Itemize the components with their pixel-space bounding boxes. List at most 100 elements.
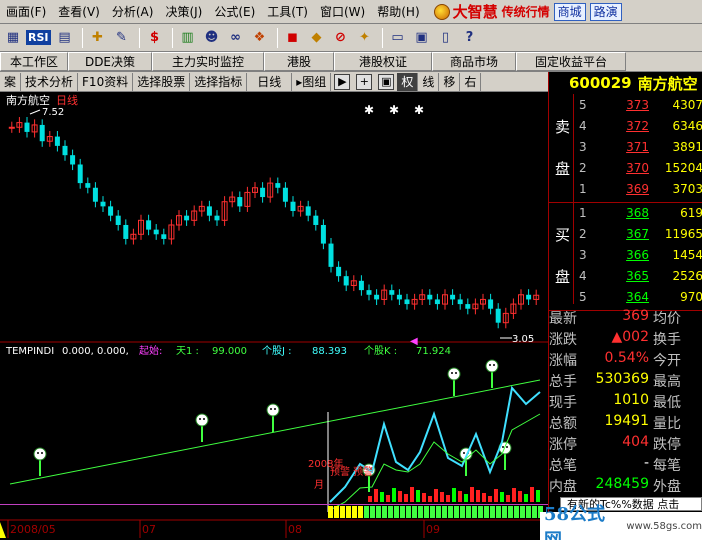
indicator-values: 0.000, 0.000, — [62, 346, 129, 357]
menu-help[interactable]: 帮助(H) — [371, 0, 425, 24]
candle-body — [146, 220, 152, 230]
buy-price: 364 — [626, 290, 649, 304]
chart-icon[interactable]: ▤ — [54, 27, 76, 49]
rights-button[interactable]: 权 — [397, 72, 419, 91]
ban-icon[interactable]: ⊘ — [330, 27, 352, 49]
stat-value: 530369 — [595, 371, 649, 387]
window-icon[interactable]: ▣ — [411, 27, 433, 49]
tab-3[interactable]: 港股 — [264, 52, 334, 71]
document-icon[interactable]: ▭ — [387, 27, 409, 49]
baseline-block — [508, 506, 513, 518]
stop-icon[interactable]: ◼ — [282, 27, 304, 49]
signal-face-eye — [506, 446, 508, 448]
candle-body — [85, 183, 91, 188]
stat-value: 404 — [622, 434, 649, 450]
stat-label: 内盘 — [549, 479, 577, 495]
help-icon[interactable]: ? — [459, 27, 481, 49]
signal-face-icon — [447, 367, 461, 381]
line-button[interactable]: 线 — [418, 72, 440, 91]
select-indicator-button[interactable]: 选择指标 — [190, 72, 248, 91]
baseline-block — [478, 506, 483, 518]
signal-bar — [512, 488, 516, 502]
tab-0[interactable]: 本工作区 — [0, 52, 68, 71]
f10-button[interactable]: F10资料 — [78, 72, 134, 91]
stat-label-secondary: 外盘 — [653, 479, 681, 495]
stat-label: 现手 — [549, 395, 577, 411]
signal-bar — [536, 490, 540, 502]
candle-body — [336, 266, 342, 277]
menu-screen[interactable]: 画面(F) — [0, 0, 52, 24]
move-button[interactable]: 移 — [439, 72, 461, 91]
menu-tools[interactable]: 工具(T) — [261, 0, 314, 24]
tab-5[interactable]: 商品市场 — [432, 52, 516, 71]
dollar-icon[interactable]: $ — [144, 27, 166, 49]
roadshow-button[interactable]: 路演 — [589, 2, 622, 21]
tab-2[interactable]: 主力实时监控 — [152, 52, 264, 71]
menu-decision[interactable]: 决策(J) — [159, 0, 208, 24]
stat-label: 涨幅 — [549, 353, 577, 369]
baseline-block — [400, 506, 405, 518]
sell-volume: 15204 — [664, 161, 702, 175]
select-stock-button[interactable]: 选择股票 — [133, 72, 191, 91]
mall-button[interactable]: 商城 — [553, 2, 586, 21]
pane-arrow-icon: ◀ — [410, 336, 418, 347]
baseline-block — [364, 506, 369, 518]
crosshair-icon[interactable]: ✚ — [87, 27, 109, 49]
price-chart[interactable]: 南方航空 日线 7.52 3.05 ✱ ✱ ✱ TEMPINDI 0.000, 0.000, 起始… — [0, 92, 548, 540]
star-icon[interactable]: ✦ — [354, 27, 376, 49]
tech-analysis-button[interactable]: 技术分析 — [21, 72, 79, 91]
toolbar-separator — [138, 27, 140, 48]
x-axis-label: 07 — [142, 523, 156, 536]
tab-1[interactable]: DDE决策 — [68, 52, 152, 71]
chart-group-button[interactable]: ▸图组 — [292, 72, 332, 91]
binoculars-icon[interactable]: ∞ — [225, 27, 247, 49]
signal-face-eye — [455, 372, 457, 374]
buy-side-label-1: 买 — [555, 226, 571, 244]
bookmark-icon[interactable]: ▯ — [435, 27, 457, 49]
ruler-icon[interactable]: ✎ — [111, 27, 133, 49]
stat-label: 涨跌 — [549, 332, 577, 348]
warning-icon[interactable]: ◆ — [306, 27, 328, 49]
overlay-icon[interactable]: ▣ — [378, 73, 395, 90]
quote-panel: 600029 南方航空 5 373 4307 4 372 6346 3 371 3891 2 370… — [548, 72, 702, 540]
tab-6[interactable]: 固定收益平台 — [516, 52, 626, 71]
candle-body — [260, 187, 266, 198]
rsi-button[interactable]: RSI — [26, 30, 51, 45]
tab-4[interactable]: 港股权证 — [334, 52, 432, 71]
baseline-block — [358, 506, 363, 518]
grid-icon[interactable]: ▦ — [2, 27, 24, 49]
signal-bar — [422, 493, 426, 502]
right-button[interactable]: 右 — [460, 72, 482, 91]
signal-bar — [446, 495, 450, 502]
sell-order-row: 3 371 3891 — [549, 140, 702, 159]
candle-body — [396, 294, 402, 300]
palette-icon[interactable]: ❖ — [249, 27, 271, 49]
stat-label-secondary: 最高 — [653, 374, 681, 390]
stat-row: 最新 369 均价 — [549, 308, 702, 327]
menu-analyze[interactable]: 分析(A) — [106, 0, 160, 24]
plus-icon[interactable]: + — [356, 73, 373, 90]
stat-value: 0.54% — [604, 350, 649, 366]
period-daily-button[interactable]: 日线 — [247, 72, 293, 91]
stat-row: 涨停 404 跌停 — [549, 434, 702, 453]
menu-window[interactable]: 窗口(W) — [314, 0, 371, 24]
stat-value: - — [643, 455, 649, 471]
signal-bar — [506, 495, 510, 502]
stat-value: ▲002 — [611, 329, 650, 345]
people-icon[interactable]: ☻ — [201, 27, 223, 49]
signal-face-eye — [37, 452, 39, 454]
candle-body — [366, 290, 372, 295]
menu-view[interactable]: 查看(V) — [52, 0, 106, 24]
candle-body — [92, 187, 98, 202]
candle-body — [457, 299, 463, 305]
stat-label: 涨停 — [549, 437, 577, 453]
columns-icon[interactable]: ▥ — [177, 27, 199, 49]
indicator-start-label: 起始: — [139, 344, 162, 357]
baseline-block — [406, 506, 411, 518]
menu-formula[interactable]: 公式(E) — [208, 0, 261, 24]
play-icon[interactable]: ▶ — [334, 73, 351, 90]
scroll-marker-icon — [0, 522, 6, 538]
case-button[interactable]: 案 — [0, 72, 22, 91]
buy-price: 367 — [626, 227, 649, 241]
buy-volume: 619 — [680, 206, 702, 220]
